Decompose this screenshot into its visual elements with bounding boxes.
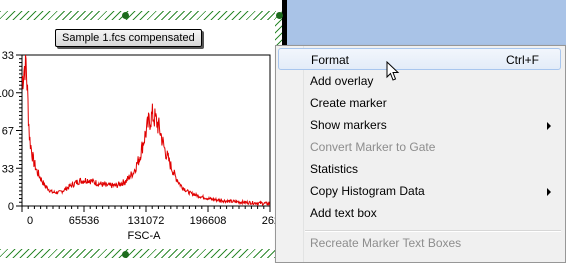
menu-item-create-marker[interactable]: Create marker <box>278 92 561 114</box>
submenu-arrow-icon <box>547 188 551 196</box>
mouse-cursor-icon <box>386 61 400 81</box>
y-tick-label: 100 <box>0 88 14 100</box>
menu-item-label: Add text box <box>310 206 377 220</box>
menu-item-label: Show markers <box>310 118 387 132</box>
menu-item-copy-histogram-data[interactable]: Copy Histogram Data <box>278 180 561 202</box>
x-tick-label: 196608 <box>190 215 227 227</box>
y-tick-label: 67 <box>2 126 14 138</box>
menu-separator <box>305 230 561 232</box>
menu-item-label: Add overlay <box>310 74 374 88</box>
resize-handle-bottom[interactable] <box>122 251 129 258</box>
x-tick-label: 0 <box>27 215 33 227</box>
menu-item-label: Format <box>311 53 350 67</box>
y-tick-label: 0 <box>8 201 14 213</box>
menu-item-add-overlay[interactable]: Add overlay <box>278 70 561 92</box>
window-edge <box>282 0 287 48</box>
x-tick-label: 2621 <box>262 215 275 227</box>
context-menu: Format Ctrl+F Add overlay Create marker Show… <box>275 45 566 263</box>
x-axis-label: FSC-A <box>128 230 162 242</box>
menu-item-add-text-box[interactable]: Add text box <box>278 202 561 224</box>
y-tick-label: 33 <box>2 50 14 62</box>
resize-handle-top-right[interactable] <box>276 12 283 19</box>
menu-item-statistics[interactable]: Statistics <box>278 158 561 180</box>
menu-item-shortcut: Ctrl+F <box>506 53 539 67</box>
menu-item-recreate-marker-text-boxes[interactable]: Recreate Marker Text Boxes <box>278 232 561 254</box>
menu-item-convert-marker-to-gate[interactable]: Convert Marker to Gate <box>278 136 561 158</box>
y-axis-tick-labels: 33 100 67 33 0 <box>0 50 14 213</box>
plot-title[interactable]: Sample 1.fcs compensated <box>55 29 202 47</box>
x-tick-label: 65536 <box>69 215 100 227</box>
x-axis-tick-labels: 0 65536 131072 196608 2621 <box>27 215 275 227</box>
menu-item-label: Copy Histogram Data <box>310 184 425 198</box>
menu-item-label: Convert Marker to Gate <box>310 140 436 154</box>
menu-item-label: Recreate Marker Text Boxes <box>310 236 462 250</box>
menu-item-format[interactable]: Format Ctrl+F <box>278 48 561 70</box>
menu-item-label: Statistics <box>310 162 359 176</box>
submenu-arrow-icon <box>547 122 551 130</box>
menu-item-show-markers[interactable]: Show markers <box>278 114 561 136</box>
y-tick-label: 33 <box>2 163 14 175</box>
x-tick-label: 131072 <box>128 215 165 227</box>
menu-item-label: Create marker <box>310 96 387 110</box>
selection-border-bottom[interactable] <box>0 249 280 258</box>
